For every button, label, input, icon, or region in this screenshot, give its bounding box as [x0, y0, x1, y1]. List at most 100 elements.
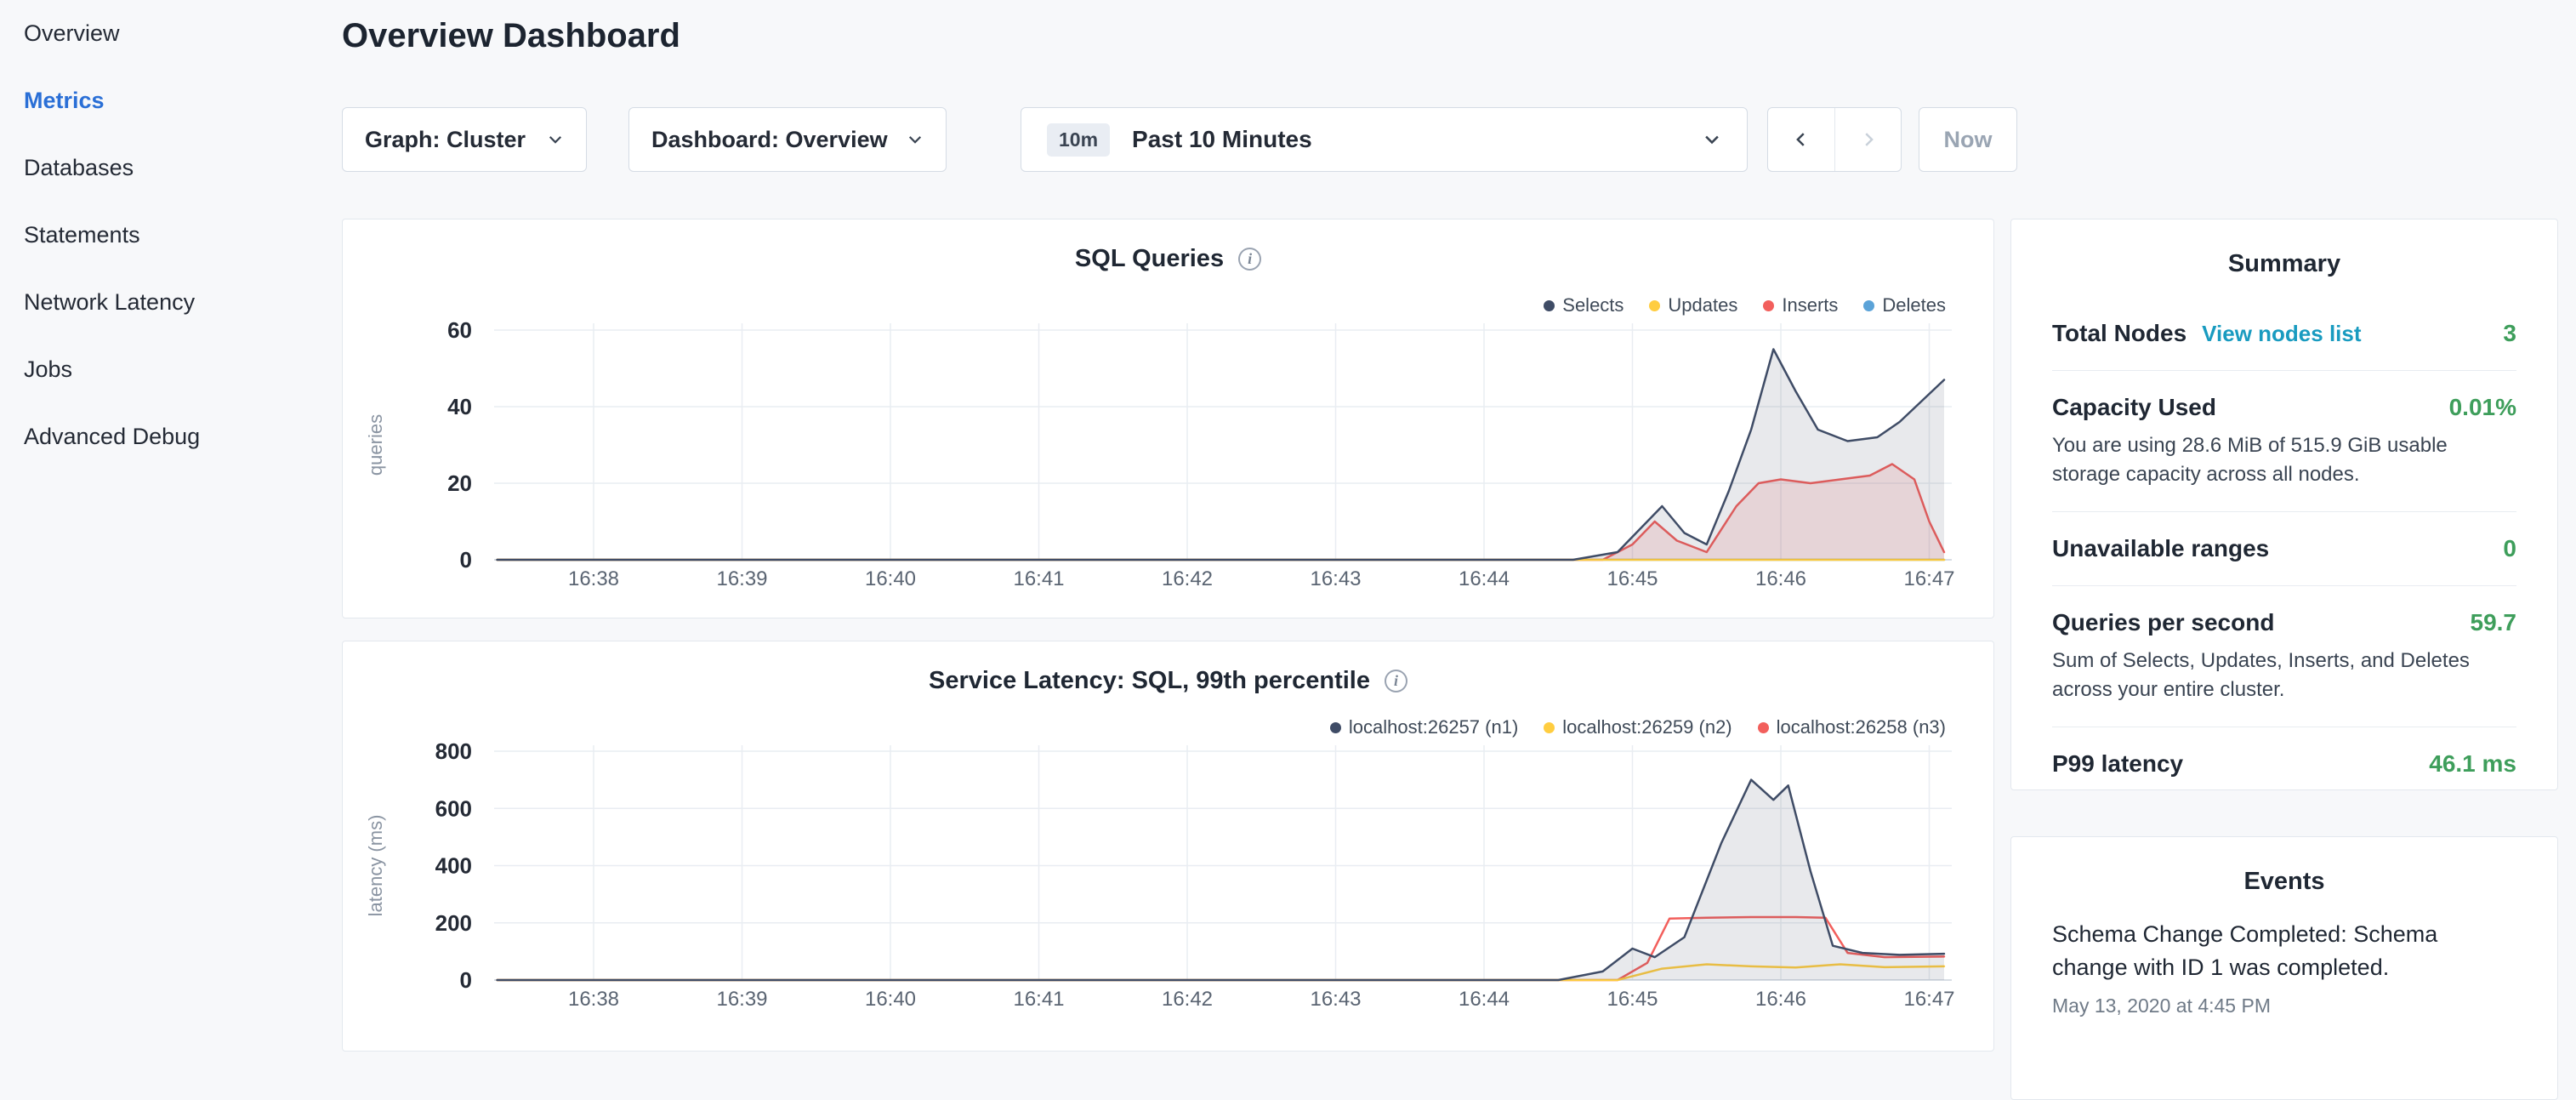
legend-item: localhost:26257 (n1)	[1330, 716, 1518, 738]
now-button[interactable]: Now	[1919, 107, 2017, 172]
svg-text:16:41: 16:41	[1013, 567, 1064, 590]
sidebar-item-advanced-debug[interactable]: Advanced Debug	[0, 403, 340, 470]
summary-row-value: 3	[2503, 320, 2516, 347]
svg-text:16:40: 16:40	[865, 567, 916, 590]
summary-row-queries-per-second: Queries per second 59.7 Sum of Selects, …	[2052, 586, 2516, 727]
graph-dropdown-label: Graph: Cluster	[365, 127, 526, 153]
graph-dropdown[interactable]: Graph: Cluster	[342, 107, 587, 172]
sidebar-item-overview[interactable]: Overview	[0, 0, 340, 67]
svg-text:16:42: 16:42	[1162, 988, 1213, 1011]
svg-text:16:44: 16:44	[1459, 567, 1510, 590]
svg-text:queries: queries	[365, 414, 386, 476]
svg-text:0: 0	[460, 967, 472, 993]
svg-text:40: 40	[447, 394, 472, 419]
event-timestamp: May 13, 2020 at 4:45 PM	[2052, 995, 2516, 1017]
legend-dot	[1330, 722, 1341, 733]
sidebar-item-jobs[interactable]: Jobs	[0, 336, 340, 403]
svg-text:16:39: 16:39	[716, 567, 767, 590]
svg-text:16:39: 16:39	[716, 988, 767, 1011]
summary-row-value: 59.7	[2471, 609, 2517, 636]
svg-text:16:47: 16:47	[1903, 988, 1954, 1011]
svg-text:20: 20	[447, 470, 472, 496]
summary-row-label: Queries per second	[2052, 609, 2274, 636]
summary-row-label: Capacity Used	[2052, 394, 2216, 421]
sql-queries-chart: 16:3816:3916:4016:4116:4216:4316:4416:45…	[343, 320, 1993, 618]
dashboard-dropdown[interactable]: Dashboard: Overview	[628, 107, 947, 172]
sidebar-item-statements[interactable]: Statements	[0, 202, 340, 269]
legend-item: localhost:26259 (n2)	[1544, 716, 1732, 738]
summary-title: Summary	[2052, 219, 2516, 278]
svg-text:16:45: 16:45	[1606, 988, 1658, 1011]
summary-row-p99-latency: P99 latency 46.1 ms	[2052, 727, 2516, 801]
svg-text:16:46: 16:46	[1755, 567, 1806, 590]
svg-text:16:40: 16:40	[865, 988, 916, 1011]
legend-label: localhost:26257 (n1)	[1349, 716, 1518, 738]
legend-label: Updates	[1668, 294, 1737, 316]
time-step-group	[1767, 107, 1902, 172]
time-range-dropdown[interactable]: 10m Past 10 Minutes	[1021, 107, 1748, 172]
legend-dot	[1544, 722, 1555, 733]
legend-item: Updates	[1649, 294, 1737, 316]
event-message: Schema Change Completed: Schema change w…	[2052, 918, 2516, 984]
svg-text:800: 800	[435, 742, 472, 764]
svg-text:16:38: 16:38	[568, 567, 619, 590]
summary-row-label: Total Nodes	[2052, 320, 2186, 347]
sidebar-item-network-latency[interactable]: Network Latency	[0, 269, 340, 336]
svg-text:16:45: 16:45	[1606, 567, 1658, 590]
legend-label: localhost:26258 (n3)	[1777, 716, 1946, 738]
time-range-badge: 10m	[1047, 123, 1110, 157]
svg-text:latency (ms): latency (ms)	[365, 815, 386, 917]
time-range-label: Past 10 Minutes	[1132, 126, 1312, 153]
time-step-forward-button[interactable]	[1834, 108, 1901, 171]
svg-text:0: 0	[460, 547, 472, 573]
view-nodes-list-link[interactable]: View nodes list	[2202, 321, 2361, 347]
sidebar-item-metrics[interactable]: Metrics	[0, 67, 340, 134]
summary-row-value: 46.1 ms	[2429, 750, 2516, 778]
info-icon[interactable]: i	[1385, 670, 1407, 692]
summary-row-value: 0	[2503, 535, 2516, 562]
events-title: Events	[2052, 837, 2516, 896]
summary-row-label: Unavailable ranges	[2052, 535, 2269, 562]
svg-text:16:42: 16:42	[1162, 567, 1213, 590]
now-button-label: Now	[1944, 127, 1993, 153]
page-title: Overview Dashboard	[342, 17, 680, 55]
legend-item: Deletes	[1863, 294, 1946, 316]
svg-text:16:43: 16:43	[1310, 988, 1361, 1011]
time-step-back-button[interactable]	[1768, 108, 1834, 171]
legend-dot	[1758, 722, 1769, 733]
info-icon[interactable]: i	[1238, 248, 1261, 271]
chart-title: SQL Queries	[1075, 245, 1224, 273]
chevron-down-icon	[1703, 130, 1721, 149]
chevron-down-icon	[907, 131, 924, 148]
chart-title: Service Latency: SQL, 99th percentile	[929, 667, 1370, 695]
svg-text:600: 600	[435, 795, 472, 821]
chevron-left-icon	[1792, 130, 1811, 149]
events-panel: Events Schema Change Completed: Schema c…	[2010, 836, 2558, 1100]
legend-label: Selects	[1562, 294, 1624, 316]
event-item: Schema Change Completed: Schema change w…	[2052, 918, 2516, 1017]
legend-label: localhost:26259 (n2)	[1562, 716, 1732, 738]
service-latency-chart: 16:3816:3916:4016:4116:4216:4316:4416:45…	[343, 742, 1993, 1035]
chart-legend: localhost:26257 (n1) localhost:26259 (n2…	[1330, 716, 1946, 738]
legend-dot	[1863, 300, 1874, 311]
summary-panel: Summary Total Nodes View nodes list 3 Ca…	[2010, 219, 2558, 790]
legend-label: Deletes	[1882, 294, 1946, 316]
summary-row-description: You are using 28.6 MiB of 515.9 GiB usab…	[2052, 431, 2516, 488]
summary-row-unavailable-ranges: Unavailable ranges 0	[2052, 512, 2516, 586]
dashboard-dropdown-label: Dashboard: Overview	[651, 127, 888, 153]
summary-row-label: P99 latency	[2052, 750, 2183, 778]
chart-legend: Selects Updates Inserts Deletes	[1544, 294, 1946, 316]
legend-item: Inserts	[1763, 294, 1838, 316]
legend-dot	[1544, 300, 1555, 311]
summary-row-total-nodes: Total Nodes View nodes list 3	[2052, 297, 2516, 371]
svg-text:16:46: 16:46	[1755, 988, 1806, 1011]
chevron-down-icon	[547, 131, 564, 148]
summary-row-description: Sum of Selects, Updates, Inserts, and De…	[2052, 647, 2516, 704]
svg-text:16:41: 16:41	[1013, 988, 1064, 1011]
legend-item: localhost:26258 (n3)	[1758, 716, 1946, 738]
legend-item: Selects	[1544, 294, 1624, 316]
sidebar-item-databases[interactable]: Databases	[0, 134, 340, 202]
svg-text:16:47: 16:47	[1903, 567, 1954, 590]
svg-text:60: 60	[447, 320, 472, 343]
sidebar: Overview Metrics Databases Statements Ne…	[0, 0, 340, 1052]
